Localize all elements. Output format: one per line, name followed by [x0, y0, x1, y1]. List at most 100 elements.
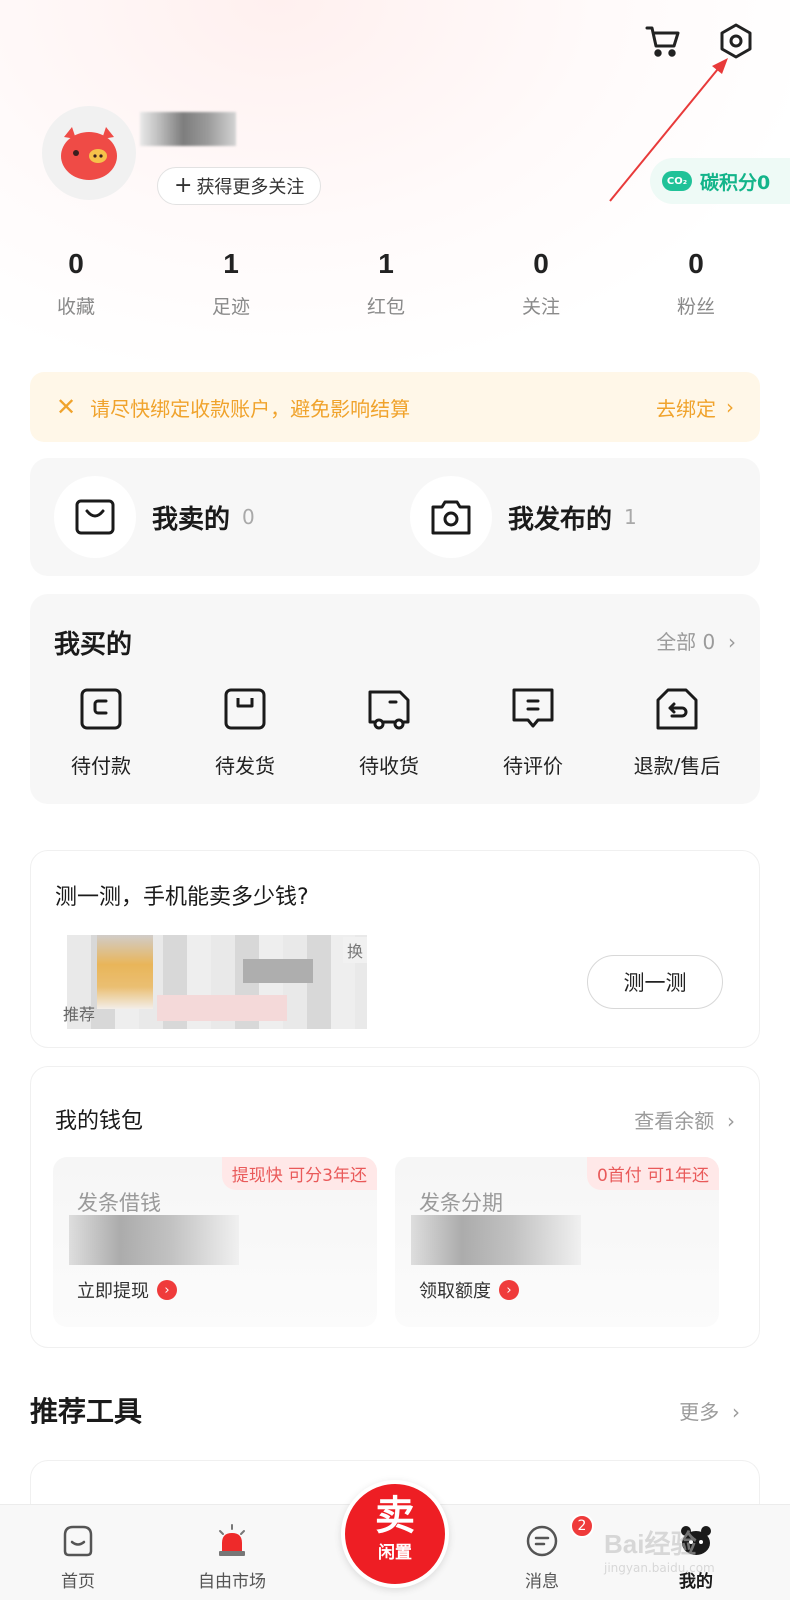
nav-home[interactable]: 首页 [18, 1523, 138, 1592]
close-icon[interactable]: ✕ [56, 393, 76, 421]
stat-value: 0 [688, 248, 704, 279]
messages-badge: 2 [570, 1514, 594, 1538]
more-tools-link[interactable]: 更多 › [679, 1396, 740, 1425]
message-bubble-icon [526, 1525, 558, 1557]
claim-quota-label: 领取额度 [419, 1281, 491, 1302]
pending-receipt-entry[interactable]: 待收货 [324, 686, 454, 779]
arrow-right-circle-icon: › [157, 1280, 177, 1300]
recommended-tools-title: 推荐工具 [30, 1395, 143, 1428]
refund-aftersale-label: 退款/售后 [633, 754, 721, 778]
camera-icon [410, 476, 492, 558]
watermark-text: Bai经验 [604, 1529, 697, 1559]
pending-review-entry[interactable]: 待评价 [468, 686, 598, 779]
stat-red-packets[interactable]: 1 红包 [326, 248, 446, 319]
arrow-right-circle-icon: › [499, 1280, 519, 1300]
chevron-right-icon: › [720, 1109, 735, 1133]
blurred-subtext [157, 995, 287, 1021]
stat-footprints[interactable]: 1 足迹 [171, 248, 291, 319]
sell-publish-card: 我卖的 0 我发布的 1 [30, 458, 760, 576]
stat-value: 0 [533, 248, 549, 279]
nav-market-label: 自由市场 [198, 1572, 266, 1592]
stat-value: 1 [223, 248, 239, 279]
my-purchases-card: 我买的 全部 0 › 待付款 待发货 待收货 待评价 退款/售后 [30, 594, 760, 804]
wallet-card: 我的钱包 查看余额 › 提现快 可分3年还 发条借钱 立即提现 › 0首付 可1… [30, 1066, 760, 1348]
borrow-panel[interactable]: 提现快 可分3年还 发条借钱 立即提现 › [53, 1157, 377, 1327]
test-valuation-button[interactable]: 测一测 [587, 955, 723, 1009]
pending-payment-label: 待付款 [71, 754, 131, 778]
swap-tag: 换 [343, 937, 368, 963]
blurred-price [243, 959, 313, 983]
all-orders-link[interactable]: 全部 0 › [656, 626, 736, 655]
installment-name: 发条分期 [419, 1191, 503, 1215]
pending-payment-entry[interactable]: 待付款 [36, 686, 166, 779]
bind-account-banner[interactable]: ✕ 请尽快绑定收款账户，避免影响结算 去绑定 › [30, 372, 760, 442]
claim-quota-link[interactable]: 领取额度 › [419, 1277, 519, 1303]
sell-idle-button[interactable]: 卖 闲置 [341, 1480, 449, 1588]
sell-fab-small-label: 闲置 [378, 1543, 412, 1563]
stat-label: 红包 [366, 296, 405, 318]
phone-valuation-card: 测一测，手机能卖多少钱? 换 推荐 测一测 [30, 850, 760, 1048]
withdraw-now-link[interactable]: 立即提现 › [77, 1277, 177, 1303]
package-icon [224, 688, 266, 730]
chevron-right-icon: › [721, 630, 736, 654]
refund-aftersale-entry[interactable]: 退款/售后 [612, 686, 742, 779]
recommend-label: 推荐 [63, 1005, 96, 1024]
nav-market[interactable]: 自由市场 [172, 1523, 292, 1592]
stat-label: 粉丝 [676, 296, 715, 318]
carbon-points-badge[interactable]: CO₂ 碳积分0 [650, 158, 790, 204]
alarm-light-icon [219, 1524, 245, 1556]
username-blurred [140, 112, 236, 146]
wallet-title: 我的钱包 [55, 1109, 144, 1134]
more-tools-label: 更多 [679, 1400, 720, 1424]
my-published-entry[interactable]: 我发布的 1 [410, 476, 637, 558]
stats-row: 0 收藏 1 足迹 1 红包 0 关注 0 粉丝 [0, 248, 790, 338]
blurred-phone-info [67, 935, 367, 1029]
avatar[interactable] [42, 106, 136, 200]
stat-fans[interactable]: 0 粉丝 [636, 248, 756, 319]
view-balance-label: 查看余额 [634, 1109, 715, 1133]
stat-label: 关注 [521, 296, 560, 318]
baidu-watermark: Bai经验 jingyan.baidu.com [604, 1524, 754, 1575]
watermark-subtext: jingyan.baidu.com [604, 1561, 715, 1575]
comment-icon [512, 688, 554, 728]
my-purchases-title: 我买的 [54, 630, 133, 660]
phone-valuation-title: 测一测，手机能卖多少钱? [55, 885, 309, 910]
shopping-bag-icon [54, 476, 136, 558]
pending-review-label: 待评价 [503, 754, 563, 778]
banner-message: 请尽快绑定收款账户，避免影响结算 [90, 396, 411, 421]
wallet-icon [80, 688, 122, 730]
my-sold-label: 我卖的 [152, 504, 231, 535]
plus-icon: + [174, 173, 193, 198]
withdraw-now-label: 立即提现 [77, 1281, 149, 1302]
pending-receipt-label: 待收货 [359, 754, 419, 778]
installment-panel[interactable]: 0首付 可1年还 发条分期 领取额度 › [395, 1157, 719, 1327]
delivery-truck-icon [368, 690, 410, 730]
chevron-right-icon: › [725, 1400, 740, 1424]
pending-shipment-entry[interactable]: 待发货 [180, 686, 310, 779]
view-balance-link[interactable]: 查看余额 › [634, 1105, 735, 1134]
pending-shipment-label: 待发货 [215, 754, 275, 778]
all-orders-label: 全部 0 [656, 630, 716, 654]
bind-now-link[interactable]: 去绑定 [656, 393, 716, 422]
borrow-name: 发条借钱 [77, 1191, 161, 1215]
return-icon [656, 688, 698, 730]
my-published-label: 我发布的 [508, 504, 613, 535]
stat-following[interactable]: 0 关注 [481, 248, 601, 319]
blurred-installment-amount [411, 1215, 581, 1265]
co2-cloud-icon: CO₂ [662, 171, 692, 191]
stat-label: 足迹 [211, 296, 250, 318]
my-sold-entry[interactable]: 我卖的 0 [54, 476, 255, 558]
home-icon [63, 1525, 93, 1557]
my-published-count: 1 [624, 505, 637, 529]
nav-home-label: 首页 [61, 1572, 95, 1592]
blurred-phone-image [97, 935, 153, 1009]
borrow-promo-tag: 提现快 可分3年还 [221, 1157, 377, 1190]
carbon-points-label: 碳积分0 [700, 171, 771, 194]
get-more-followers-button[interactable]: + 获得更多关注 [157, 167, 322, 205]
stat-favorites[interactable]: 0 收藏 [16, 248, 136, 319]
nav-messages-label: 消息 [525, 1572, 559, 1592]
stat-label: 收藏 [56, 296, 95, 318]
stat-value: 0 [68, 248, 84, 279]
blurred-credit-amount [69, 1215, 239, 1265]
stat-value: 1 [378, 248, 394, 279]
